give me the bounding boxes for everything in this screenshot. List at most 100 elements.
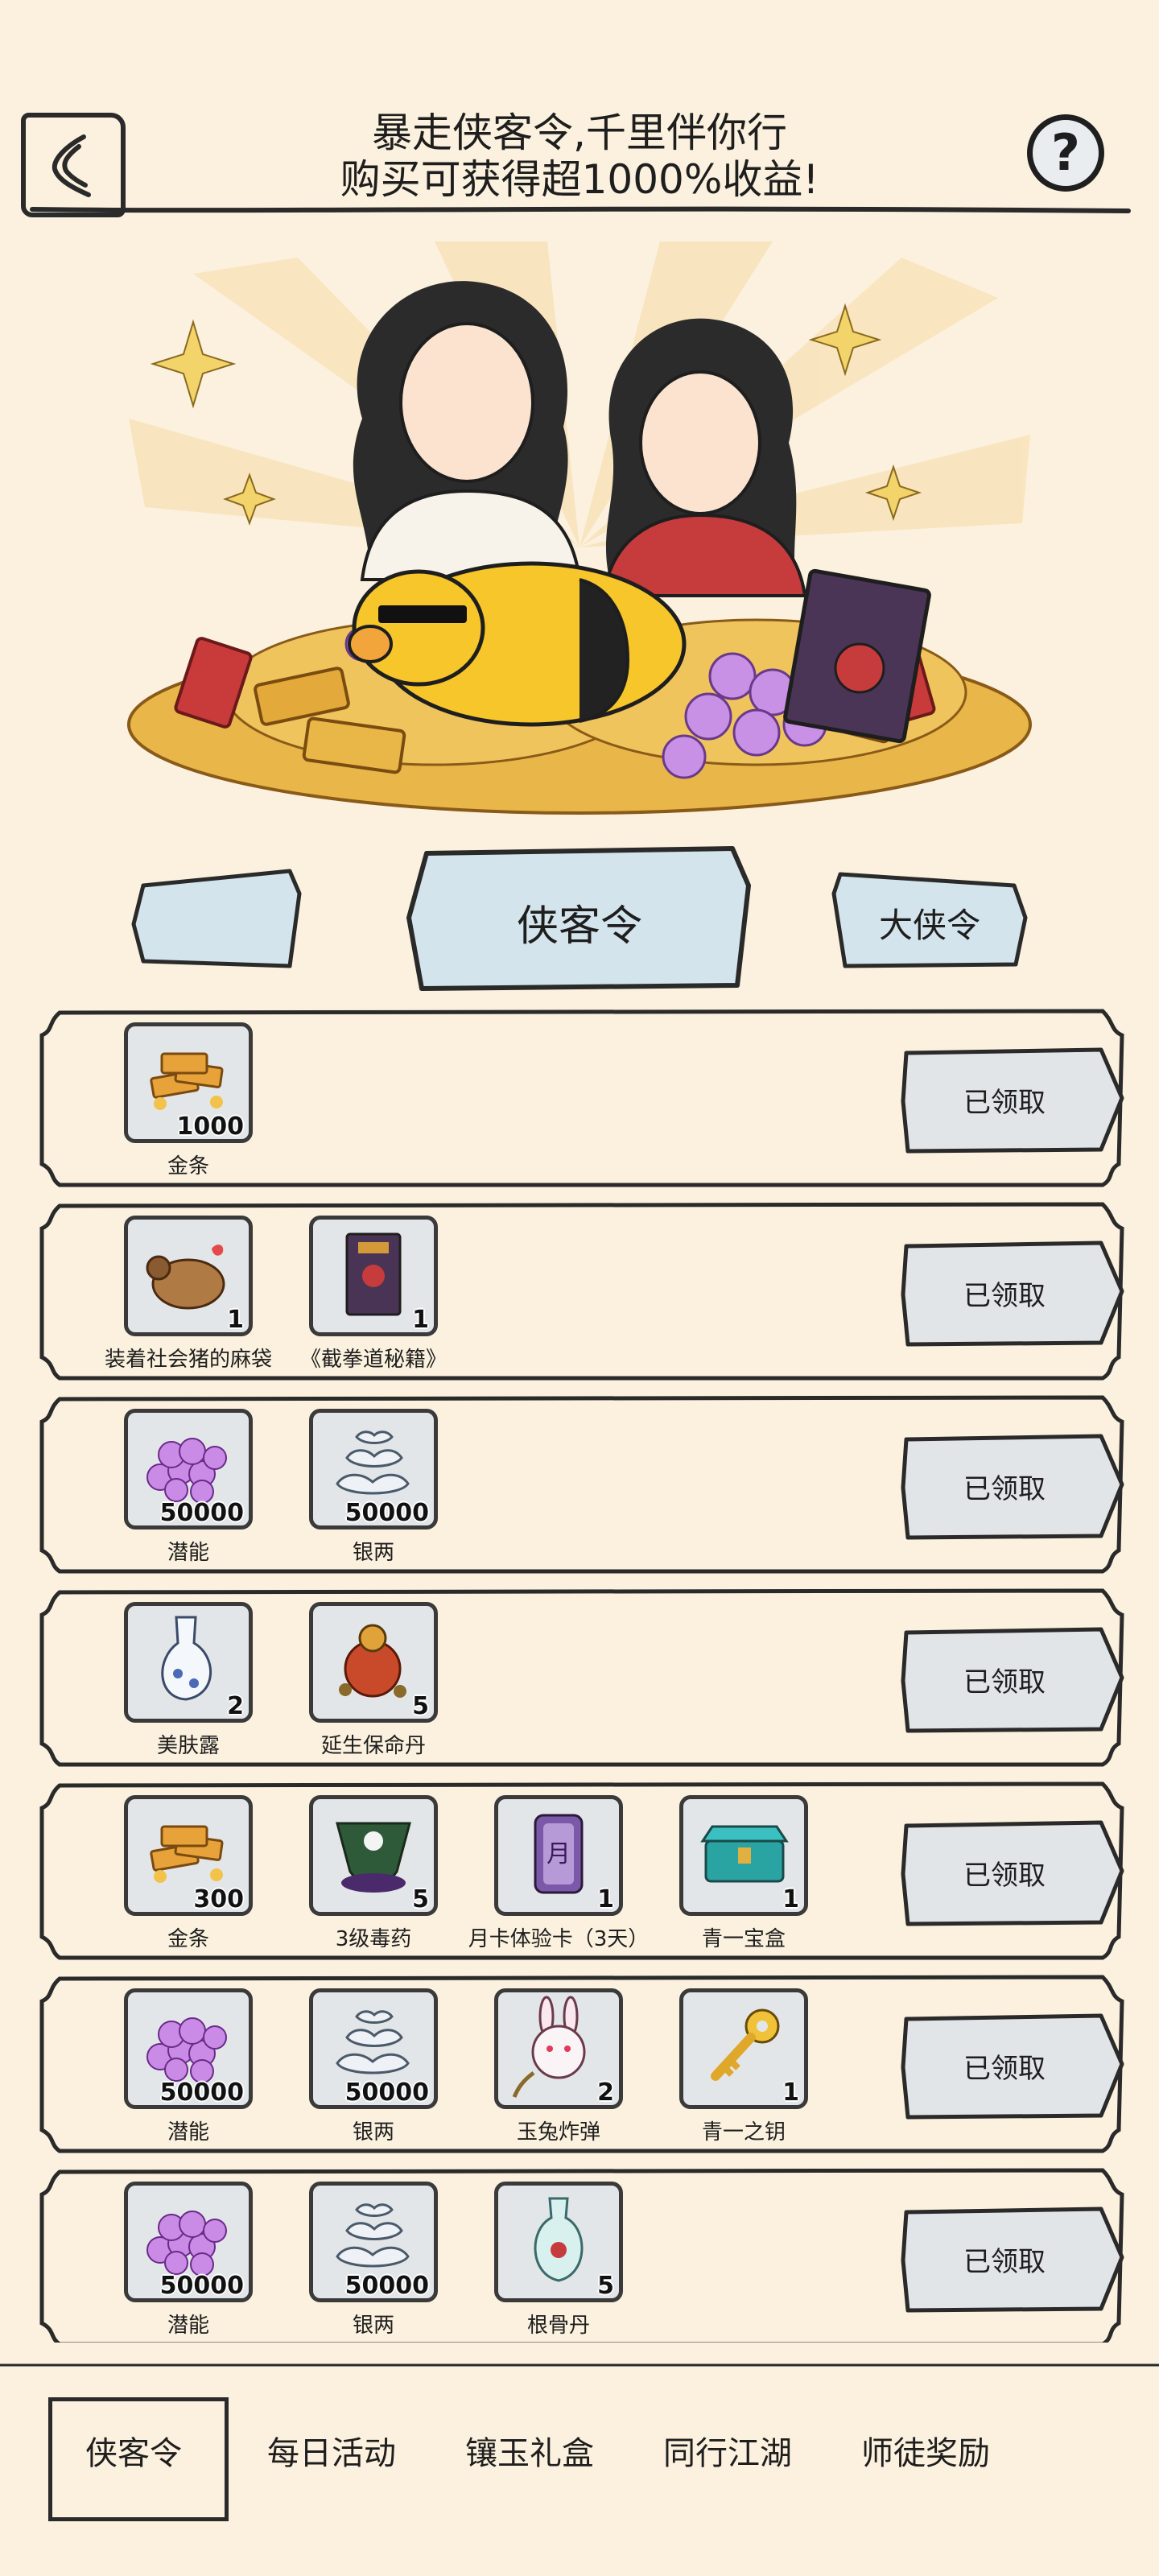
silver-ingots-icon: 50000 [309,1988,438,2109]
claimed-button[interactable]: 已领取 [900,2011,1125,2120]
help-button[interactable]: ? [1027,114,1104,192]
title-line-1: 暴走侠客令,千里伴你行 [372,109,787,156]
reward-row: 50000 潜能 50000 银两 已领取 [35,1393,1127,1575]
month-card-icon: 月 1 [494,1795,623,1916]
header: 暴走侠客令,千里伴你行 购买可获得超1000%收益! ? [0,80,1159,217]
reward-item[interactable]: 1 装着社会猪的麻袋 [92,1216,272,1372]
page-title: 暴走侠客令,千里伴你行 购买可获得超1000%收益! [241,109,918,203]
item-qty: 5 [412,1692,429,1720]
reward-row: 50000 潜能 50000 银两 2 玉兔炸弹 1 青一之钥 已领取 [35,1972,1127,2154]
bottom-tab-jade-gift-box[interactable]: 镶玉礼盒 [465,2427,594,2474]
claimed-label: 已领取 [963,1860,1046,1892]
reward-item[interactable]: 50000 潜能 [92,1409,253,1565]
claimed-label: 已领取 [963,1280,1046,1312]
header-divider [30,206,1131,213]
item-name: 青一之钥 [701,2120,786,2145]
hero-illustration [127,242,1032,815]
tab-xiakeling-label: 侠客令 [516,902,642,951]
help-icon: ? [1051,123,1080,182]
potential-orbs-icon: 50000 [124,2182,253,2302]
claimed-button[interactable]: 已领取 [900,1624,1125,1734]
reward-item[interactable]: 1000 金条 [92,1022,253,1179]
reward-item[interactable]: 2 美肤露 [92,1602,253,1758]
bottom-tab-xiakeling[interactable]: 侠客令 [85,2427,182,2474]
item-name: 延生保命丹 [320,1734,426,1758]
reward-item[interactable]: 50000 银两 [277,1988,438,2145]
item-qty: 1 [782,1885,799,1913]
item-qty: 50000 [159,1499,244,1527]
bottom-tab-mentor-rewards[interactable]: 师徒奖励 [861,2427,990,2474]
tab-daxialing-label: 大侠令 [878,906,980,945]
reward-row: 1 装着社会猪的麻袋 1 《截拳道秘籍》 已领取 [35,1199,1127,1381]
reward-item[interactable]: 50000 潜能 [92,1988,253,2145]
reward-row: 50000 潜能 50000 银两 5 根骨丹 已领取 [35,2165,1127,2343]
gold-bars-icon: 1000 [124,1022,253,1143]
claimed-button[interactable]: 已领取 [900,1431,1125,1541]
silver-ingots-icon: 50000 [309,1409,438,1530]
reward-item[interactable]: 50000 潜能 [92,2182,253,2338]
tab-previous[interactable] [129,861,306,974]
item-qty: 1000 [176,1113,245,1141]
reward-item[interactable]: 1 青一宝盒 [647,1795,808,1951]
item-qty: 50000 [159,2079,244,2107]
bottom-tab-travel-jianghu[interactable]: 同行江湖 [663,2427,792,2474]
claimed-button[interactable]: 已领取 [900,1045,1125,1154]
rabbit-bomb-icon: 2 [494,1988,623,2109]
svg-text:月: 月 [547,1840,571,1868]
reward-item[interactable]: 5 根骨丹 [462,2182,623,2338]
reward-item[interactable]: 50000 银两 [277,2182,438,2338]
claimed-label: 已领取 [963,1666,1046,1699]
gold-bars-icon: 300 [124,1795,253,1916]
reward-row: 2 美肤露 5 延生保命丹 已领取 [35,1586,1127,1768]
claimed-button[interactable]: 已领取 [900,2204,1125,2314]
item-qty: 300 [193,1885,244,1913]
reward-item[interactable]: 5 延生保命丹 [277,1602,438,1758]
claimed-button[interactable]: 已领取 [900,1238,1125,1348]
sack-pig-icon: 1 [124,1216,253,1336]
silver-ingots-icon: 50000 [309,2182,438,2302]
item-qty: 50000 [344,2079,429,2107]
bottom-nav: 侠客令 每日活动 镶玉礼盒 同行江湖 师徒奖励 [0,2359,1159,2576]
lotion-bottle-icon: 2 [124,1602,253,1723]
item-qty: 1 [412,1306,429,1334]
tab-xiakeling[interactable]: 侠客令 [402,837,757,998]
claimed-label: 已领取 [963,2053,1046,2085]
item-name: 根骨丹 [526,2314,590,2338]
back-arrow-icon [52,134,91,197]
item-name: 金条 [167,1154,209,1179]
reward-item[interactable]: 1 青一之钥 [647,1988,808,2145]
reward-item[interactable]: 2 玉兔炸弹 [462,1988,623,2145]
item-qty: 50000 [344,2272,429,2300]
vase-icon: 5 [494,2182,623,2302]
treasure-chest-icon: 1 [679,1795,808,1916]
claimed-button[interactable]: 已领取 [900,1818,1125,1927]
reward-item[interactable]: 5 3级毒药 [277,1795,438,1951]
potential-orbs-icon: 50000 [124,1988,253,2109]
item-name: 《截拳道秘籍》 [299,1348,447,1372]
item-qty: 50000 [159,2272,244,2300]
reward-row: 1000 金条 已领取 [35,1006,1127,1188]
item-qty: 1 [227,1306,244,1334]
potential-orbs-icon: 50000 [124,1409,253,1530]
item-qty: 5 [597,2272,614,2300]
bottom-divider [0,2363,1159,2367]
tab-daxialing[interactable]: 大侠令 [829,861,1030,974]
book-icon: 1 [309,1216,438,1336]
claimed-label: 已领取 [963,1087,1046,1119]
reward-item[interactable]: 300 金条 [92,1795,253,1951]
bottom-tab-daily-activity[interactable]: 每日活动 [267,2427,396,2474]
claimed-label: 已领取 [963,1473,1046,1505]
item-qty: 50000 [344,1499,429,1527]
item-qty: 1 [597,1885,614,1913]
item-qty: 2 [597,2079,614,2107]
hero-characters [353,281,807,597]
reward-item[interactable]: 月 1 月卡体验卡（3天） [462,1795,649,1951]
item-qty: 5 [412,1885,429,1913]
poison-icon: 5 [309,1795,438,1916]
item-qty: 2 [227,1692,244,1720]
golden-key-icon: 1 [679,1988,808,2109]
reward-item[interactable]: 1 《截拳道秘籍》 [277,1216,447,1372]
item-name: 青一宝盒 [701,1927,786,1951]
reward-item[interactable]: 50000 银两 [277,1409,438,1565]
reward-list[interactable]: 1000 金条 已领取 1 装着社会猪的麻袋 1 《截拳道秘籍》 已领取 500… [0,1006,1159,2343]
